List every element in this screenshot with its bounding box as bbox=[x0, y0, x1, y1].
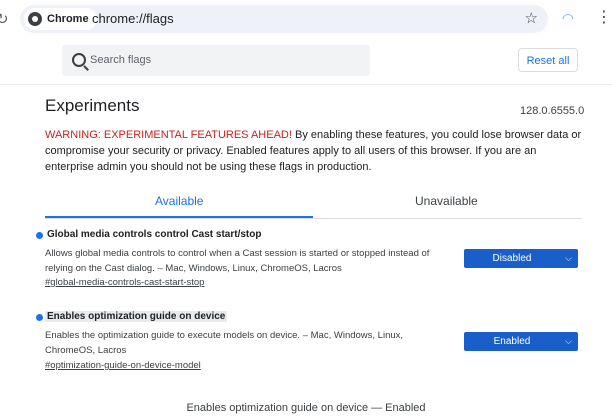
caption-text: Enables optimization guide on device — E… bbox=[186, 402, 426, 414]
more-menu-icon[interactable]: ⋮ bbox=[596, 6, 612, 30]
flag-state-value: Disabled bbox=[492, 253, 532, 264]
active-tab-indicator bbox=[45, 216, 313, 218]
tab-unavailable[interactable]: Unavailable bbox=[415, 194, 478, 208]
warning-heading: WARNING: EXPERIMENTAL FEATURES AHEAD! bbox=[45, 129, 292, 141]
chevron-down-icon: ⌵ bbox=[565, 336, 572, 346]
address-bar[interactable]: Chrome chrome://flags ☆ bbox=[20, 5, 548, 33]
url-text[interactable]: chrome://flags bbox=[92, 11, 174, 26]
flag-description: Allows global media controls to control … bbox=[45, 248, 430, 274]
chrome-logo-icon bbox=[28, 12, 42, 26]
flag-state-select[interactable]: Enabled ⌵ bbox=[464, 332, 578, 351]
browser-toolbar: ↻ Chrome chrome://flags ☆ ◠ ⋮ bbox=[0, 0, 612, 40]
page-title: Experiments bbox=[45, 96, 140, 115]
flag-modified-dot bbox=[36, 314, 43, 321]
flag-name: Global media controls control Cast start… bbox=[47, 229, 262, 240]
site-chip[interactable]: Chrome bbox=[24, 8, 97, 30]
search-box[interactable]: Search flags bbox=[62, 45, 370, 76]
search-icon bbox=[72, 53, 86, 67]
flag-state-value: Enabled bbox=[493, 336, 531, 347]
header-divider bbox=[0, 84, 612, 85]
bookmark-star-icon[interactable]: ☆ bbox=[525, 9, 538, 27]
reload-icon[interactable]: ↻ bbox=[0, 10, 16, 30]
tab-available[interactable]: Available bbox=[155, 194, 203, 208]
warning-text: WARNING: EXPERIMENTAL FEATURES AHEAD! By… bbox=[45, 127, 585, 175]
flag-state-select[interactable]: Disabled ⌵ bbox=[464, 249, 578, 268]
flag-description: Enables the optimization guide to execut… bbox=[45, 330, 404, 356]
reset-all-button[interactable]: Reset all bbox=[518, 48, 578, 72]
flag-name: Enables optimization guide on device bbox=[45, 311, 228, 322]
flag-permalink[interactable]: #global-media-controls-cast-start-stop bbox=[45, 277, 204, 288]
chevron-down-icon: ⌵ bbox=[565, 253, 572, 263]
flag-permalink[interactable]: #optimization-guide-on-device-model bbox=[45, 360, 201, 371]
tab-bar: Available Unavailable bbox=[45, 192, 582, 219]
version-label: 128.0.6555.0 bbox=[520, 105, 585, 117]
search-input[interactable]: Search flags bbox=[90, 54, 151, 66]
flags-header: Search flags Reset all bbox=[0, 40, 612, 84]
flag-modified-dot bbox=[36, 232, 43, 239]
profile-icon[interactable]: ◠ bbox=[558, 8, 578, 28]
site-chip-label: Chrome bbox=[47, 13, 89, 25]
